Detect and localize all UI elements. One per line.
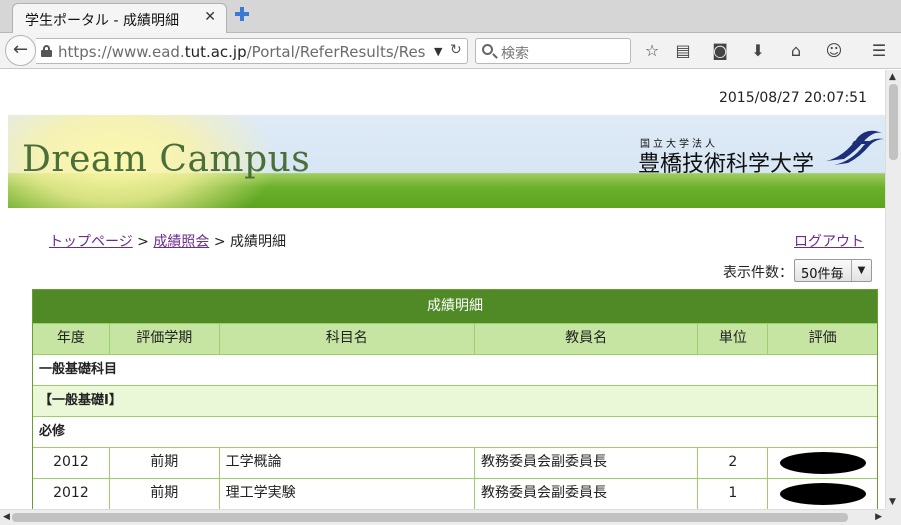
table-row: 2012 前期 工学概論 教務委員会副委員長 2 xyxy=(33,447,877,478)
close-tab-icon[interactable]: ✕ xyxy=(204,9,216,25)
header-banner: Dream Campus 国立大学法人 豊橋技術科学大学 xyxy=(8,115,885,208)
menu-icon[interactable]: ☰ xyxy=(868,40,890,62)
cell-teacher: 教務委員会副委員長 xyxy=(473,448,697,478)
tab-strip: 学生ポータル - 成績明細 ✕ xyxy=(0,0,901,34)
banner-title: Dream Campus xyxy=(22,139,311,180)
group-label: 一般基礎科目 xyxy=(33,355,877,385)
browser-window: 学生ポータル - 成績明細 ✕ ← https://www.ead.tut.ac… xyxy=(0,0,901,525)
cell-grade xyxy=(767,448,877,478)
breadcrumb-home-link[interactable]: トップページ xyxy=(49,234,133,250)
bookmark-star-icon[interactable]: ☆ xyxy=(641,40,663,62)
page-viewport: 2015/08/27 20:07:51 Dream Campus 国立大学法人 … xyxy=(0,70,885,509)
cell-year: 2012 xyxy=(53,485,89,501)
cell-teacher: 教務委員会副委員長 xyxy=(473,479,697,509)
breadcrumb-separator: > xyxy=(209,234,231,250)
breadcrumb: トップページ > 成績照会 > 成績明細 xyxy=(49,231,286,251)
search-icon xyxy=(482,44,493,55)
breadcrumb-separator: > xyxy=(132,234,154,250)
header-year: 年度 xyxy=(33,324,109,354)
search-placeholder: 検索 xyxy=(501,46,529,62)
tab-active[interactable]: 学生ポータル - 成績明細 ✕ xyxy=(12,3,227,34)
url-bar[interactable]: https://www.ead.tut.ac.jp/Portal/ReferRe… xyxy=(36,38,468,64)
emoji-icon[interactable]: ☺ xyxy=(823,40,845,62)
horizontal-scrollbar[interactable]: ◀ ▶ xyxy=(0,509,885,525)
url-dropdown-icon[interactable]: ▼ xyxy=(434,45,442,58)
university-logo-icon xyxy=(826,130,884,165)
cell-grade xyxy=(767,479,877,509)
group-row: 必修 xyxy=(33,416,877,447)
nav-bar: ← https://www.ead.tut.ac.jp/Portal/Refer… xyxy=(0,33,901,69)
home-icon[interactable]: ⌂ xyxy=(785,40,807,62)
group-row: 【一般基礎I】 xyxy=(33,385,877,416)
cell-term: 前期 xyxy=(108,479,219,509)
per-page-value: 50件毎 xyxy=(801,267,844,282)
horizontal-scroll-thumb[interactable] xyxy=(12,513,848,522)
reload-icon[interactable]: ↻ xyxy=(450,42,462,58)
vertical-scroll-thumb[interactable] xyxy=(889,84,898,160)
table-row: 2012 前期 理工学実験 教務委員会副委員長 1 xyxy=(33,478,877,509)
cell-units: 2 xyxy=(697,448,767,478)
cell-subject: 工学概論 xyxy=(218,448,474,478)
per-page-select[interactable]: 50件毎 ▼ xyxy=(794,259,872,282)
search-bar[interactable]: 検索 xyxy=(475,38,631,64)
tab-title: 学生ポータル - 成績明細 xyxy=(25,13,179,29)
lock-icon xyxy=(41,45,52,57)
grades-table: 成績明細 年度 評価学期 科目名 教員名 単位 評価 一般基礎科目 【一般基礎I… xyxy=(32,289,878,509)
header-teacher: 教員名 xyxy=(473,324,698,354)
logout-link[interactable]: ログアウト xyxy=(794,231,864,251)
download-icon[interactable]: ⬇ xyxy=(747,40,769,62)
table-caption: 成績明細 xyxy=(33,290,877,323)
redaction-mark xyxy=(780,483,867,505)
breadcrumb-current: 成績明細 xyxy=(230,234,287,250)
current-datetime: 2015/08/27 20:07:51 xyxy=(718,90,867,106)
cell-year: 2012 xyxy=(53,454,89,470)
scrollbar-corner xyxy=(885,509,901,525)
per-page-label: 表示件数： xyxy=(723,265,793,281)
chevron-down-icon: ▼ xyxy=(851,260,871,281)
group-label: 【一般基礎I】 xyxy=(33,386,877,416)
header-grade: 評価 xyxy=(767,324,878,354)
scroll-down-icon[interactable]: ▼ xyxy=(889,497,896,507)
table-header-row: 年度 評価学期 科目名 教員名 単位 評価 xyxy=(33,323,878,354)
header-units: 単位 xyxy=(697,324,768,354)
redaction-mark xyxy=(780,452,867,474)
header-term: 評価学期 xyxy=(108,324,219,354)
url-text[interactable]: https://www.ead.tut.ac.jp/Portal/ReferRe… xyxy=(58,43,433,61)
vertical-scrollbar[interactable]: ▲ ▼ xyxy=(885,70,901,509)
cell-units: 1 xyxy=(697,479,767,509)
scroll-up-icon[interactable]: ▲ xyxy=(889,72,896,82)
back-button[interactable]: ← xyxy=(5,35,36,66)
group-row: 一般基礎科目 xyxy=(33,354,877,385)
reading-list-icon[interactable]: ▤ xyxy=(672,40,694,62)
cell-term: 前期 xyxy=(108,448,219,478)
pocket-icon[interactable]: ◙ xyxy=(709,40,731,62)
header-subject: 科目名 xyxy=(218,324,474,354)
breadcrumb-grades-link[interactable]: 成績照会 xyxy=(153,234,209,250)
new-tab-icon[interactable] xyxy=(234,6,250,22)
scroll-right-icon[interactable]: ▶ xyxy=(875,512,882,522)
university-name: 豊橋技術科学大学 xyxy=(638,152,815,177)
group-label: 必修 xyxy=(33,417,877,447)
scroll-left-icon[interactable]: ◀ xyxy=(3,512,10,522)
cell-subject: 理工学実験 xyxy=(218,479,474,509)
